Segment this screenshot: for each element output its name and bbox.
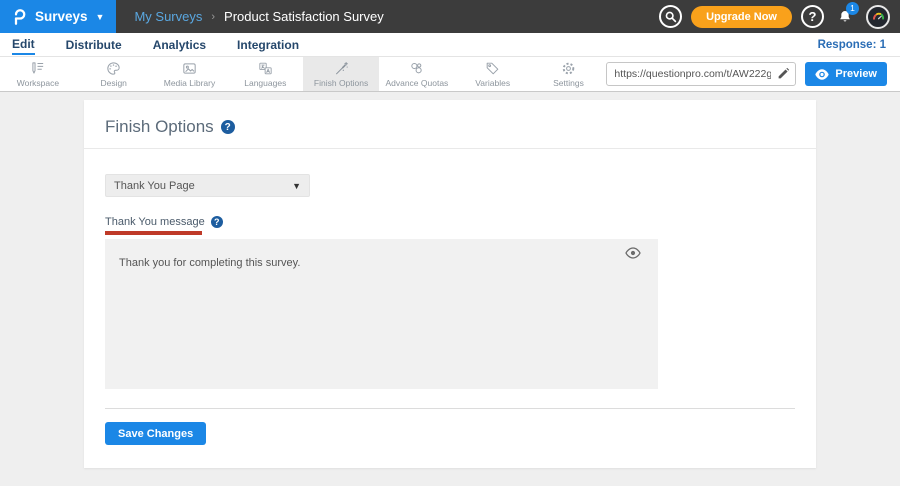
finish-type-value: Thank You Page xyxy=(114,180,195,192)
toolbar-item-finish-options[interactable]: Finish Options xyxy=(303,57,379,91)
breadcrumb-my-surveys[interactable]: My Surveys xyxy=(134,9,202,24)
workspace-icon xyxy=(29,60,46,77)
questionpro-logo-icon xyxy=(10,8,28,26)
edit-toolbar: Workspace Design Media Library Languages xyxy=(0,57,900,92)
product-switcher[interactable]: Surveys ▼ xyxy=(0,0,116,33)
annotation-red-underline xyxy=(105,231,202,235)
search-button[interactable] xyxy=(659,5,682,28)
header-actions: Upgrade Now ? 1 xyxy=(659,5,900,29)
finish-type-select[interactable]: Thank You Page ▼ xyxy=(105,174,310,197)
edit-url-icon[interactable] xyxy=(777,67,790,80)
survey-nav: Edit Distribute Analytics Integration Re… xyxy=(0,33,900,57)
thank-you-message-label: Thank You message xyxy=(105,216,205,228)
app-header: Surveys ▼ My Surveys › Product Satisfact… xyxy=(0,0,900,33)
design-icon xyxy=(105,60,122,77)
account-avatar[interactable] xyxy=(866,5,890,29)
workarea: Finish Options ? Thank You Page ▼ Thank … xyxy=(0,92,900,468)
search-icon xyxy=(664,10,677,23)
variables-icon xyxy=(484,60,501,77)
question-mark-icon: ? xyxy=(809,9,817,24)
license-gauge-icon xyxy=(871,9,886,24)
toolbar-item-settings[interactable]: Settings xyxy=(531,57,607,91)
card-header: Finish Options ? xyxy=(84,100,816,149)
page-title: Finish Options xyxy=(105,117,214,137)
finish-options-card: Finish Options ? Thank You Page ▼ Thank … xyxy=(84,100,816,468)
notification-count-badge: 1 xyxy=(846,2,859,15)
breadcrumb-separator-icon: › xyxy=(211,11,215,23)
tab-integration[interactable]: Integration xyxy=(237,35,299,54)
thank-you-message-help-icon[interactable]: ? xyxy=(211,216,223,228)
toolbar-item-advance-quotas[interactable]: Advance Quotas xyxy=(379,57,455,91)
save-changes-button[interactable]: Save Changes xyxy=(105,422,206,445)
notifications-button[interactable]: 1 xyxy=(833,5,857,29)
upgrade-now-button[interactable]: Upgrade Now xyxy=(691,6,792,28)
tab-analytics[interactable]: Analytics xyxy=(153,35,206,54)
survey-url-input[interactable] xyxy=(606,62,796,86)
toolbar-item-variables[interactable]: Variables xyxy=(455,57,531,91)
toolbar-item-media-library[interactable]: Media Library xyxy=(152,57,228,91)
thank-you-message-text: Thank you for completing this survey. xyxy=(119,257,300,269)
preview-button[interactable]: Preview xyxy=(805,62,887,86)
settings-icon xyxy=(560,60,577,77)
tab-edit[interactable]: Edit xyxy=(12,34,35,55)
product-menu-label: Surveys xyxy=(35,9,88,24)
thank-you-message-label-row: Thank You message ? xyxy=(105,216,795,228)
breadcrumb: My Surveys › Product Satisfaction Survey xyxy=(134,9,383,24)
toolbar-item-design[interactable]: Design xyxy=(76,57,152,91)
tab-distribute[interactable]: Distribute xyxy=(66,35,122,54)
toolbar-item-workspace[interactable]: Workspace xyxy=(0,57,76,91)
survey-url-group: Preview xyxy=(606,57,900,91)
languages-icon xyxy=(257,60,274,77)
divider xyxy=(105,408,795,409)
preview-message-eye-icon[interactable] xyxy=(625,247,641,259)
chevron-down-icon: ▼ xyxy=(96,12,105,22)
breadcrumb-survey-name: Product Satisfaction Survey xyxy=(224,9,384,24)
thank-you-message-editor[interactable]: Thank you for completing this survey. xyxy=(105,239,658,389)
help-button[interactable]: ? xyxy=(801,5,824,28)
advance-quotas-icon xyxy=(408,60,425,77)
card-body: Thank You Page ▼ Thank You message ? Tha… xyxy=(84,149,816,468)
chevron-down-icon: ▼ xyxy=(292,181,301,191)
survey-url-box xyxy=(606,62,796,86)
finish-options-icon xyxy=(333,60,350,77)
response-count[interactable]: Response: 1 xyxy=(818,39,886,51)
finish-options-help-icon[interactable]: ? xyxy=(221,120,235,134)
toolbar-item-languages[interactable]: Languages xyxy=(227,57,303,91)
media-library-icon xyxy=(181,60,198,77)
eye-icon xyxy=(815,69,829,80)
